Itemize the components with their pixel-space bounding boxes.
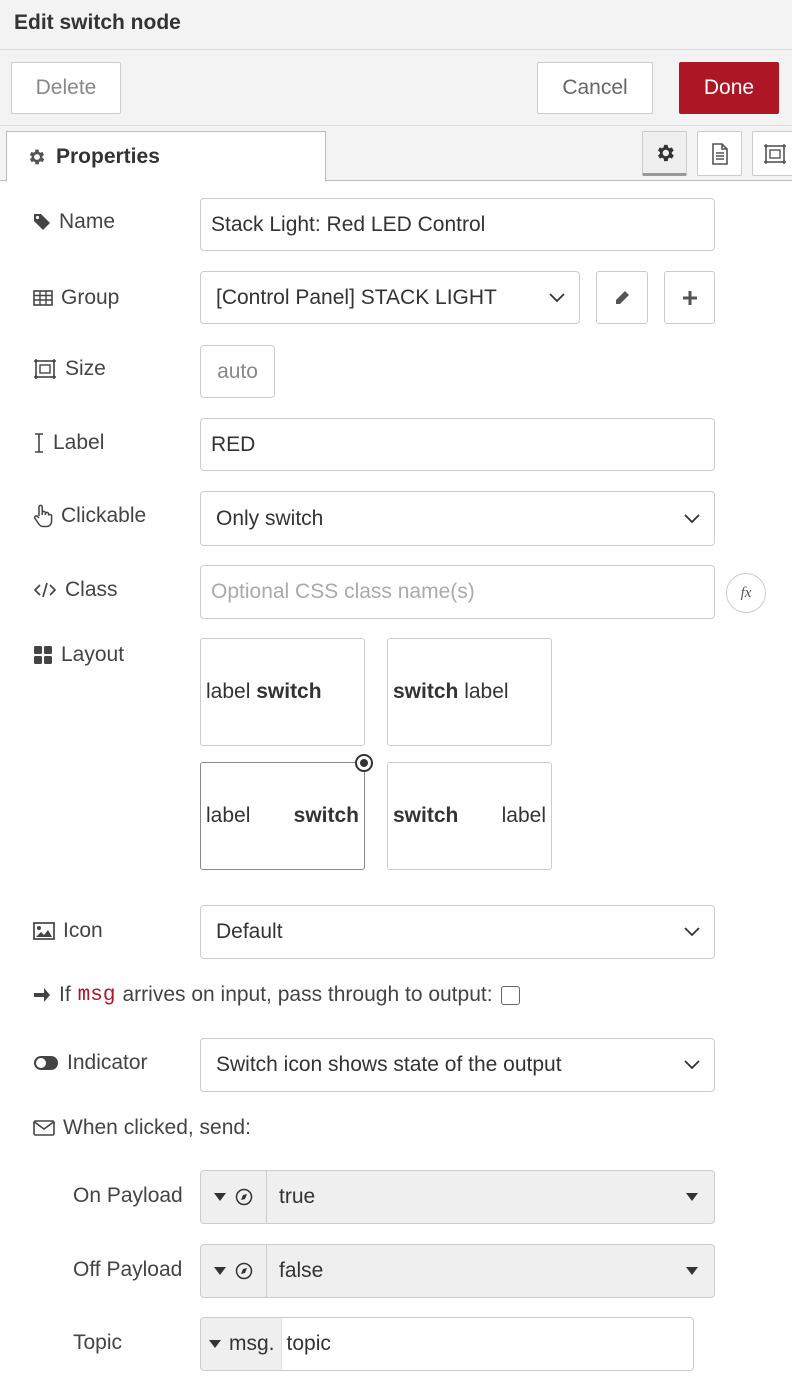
name-label: Name — [33, 210, 115, 234]
indicator-select[interactable]: Switch icon shows state of the output — [200, 1038, 715, 1092]
tab-settings[interactable] — [642, 131, 687, 176]
gear-icon — [657, 144, 674, 161]
chevron-down-icon — [684, 927, 700, 937]
topic-input[interactable]: msg. topic — [200, 1317, 694, 1371]
add-group-button[interactable] — [664, 271, 715, 324]
size-label: Size — [33, 357, 106, 381]
done-button[interactable]: Done — [679, 62, 779, 114]
topic-type-select[interactable]: msg. — [201, 1318, 282, 1370]
dialog-toolbar: Delete Cancel Done — [0, 50, 792, 126]
dialog-titlebar: Edit switch node — [0, 0, 792, 50]
image-icon — [33, 922, 55, 940]
compass-icon — [236, 1262, 253, 1280]
passthrough-checkbox[interactable] — [500, 985, 520, 1005]
pointer-hand-icon — [33, 504, 53, 528]
class-label: Class — [33, 578, 118, 602]
tag-icon — [34, 214, 50, 230]
pencil-icon — [616, 290, 629, 304]
label-input[interactable]: RED — [200, 418, 715, 471]
off-payload-input[interactable]: false — [200, 1244, 715, 1298]
chevron-down-icon — [549, 292, 565, 302]
layout-option-switch-spaced-label[interactable]: switch label — [387, 762, 552, 870]
tab-properties[interactable]: Properties — [6, 131, 326, 182]
icon-select[interactable]: Default — [200, 905, 715, 959]
icon-label: Icon — [33, 919, 103, 943]
layout-option-label-spaced-switch[interactable]: label switch — [200, 754, 373, 870]
tab-description[interactable] — [697, 131, 742, 176]
table-icon — [33, 290, 53, 306]
frame-icon — [34, 359, 56, 379]
caret-down-icon — [686, 1267, 698, 1275]
layout-option-label-switch[interactable]: label switch — [200, 638, 365, 746]
plus-icon — [682, 290, 697, 305]
topic-label: Topic — [73, 1331, 123, 1354]
grid-icon — [34, 646, 52, 664]
indicator-label: Indicator — [33, 1051, 148, 1075]
off-payload-label: Off Payload — [73, 1258, 183, 1281]
chevron-down-icon — [684, 1060, 700, 1070]
clickable-label: Clickable — [33, 504, 146, 528]
delete-button[interactable]: Delete — [11, 62, 121, 114]
code-icon — [33, 582, 57, 598]
caret-down-icon — [213, 1267, 226, 1275]
layout-label: Layout — [33, 643, 124, 667]
layout-option-switch-label[interactable]: switch label — [387, 638, 552, 746]
when-clicked-label: When clicked, send: — [33, 1116, 251, 1140]
caret-down-icon — [213, 1193, 226, 1201]
size-button[interactable]: auto — [200, 345, 275, 398]
caret-down-icon — [686, 1193, 698, 1201]
compass-icon — [236, 1188, 253, 1206]
fx-button[interactable]: fx — [726, 573, 766, 613]
on-payload-label: On Payload — [73, 1184, 183, 1207]
passthrough-row: If msg arrives on input, pass through to… — [33, 983, 520, 1007]
arrow-right-icon — [34, 988, 50, 1002]
selected-radio-indicator — [355, 754, 373, 772]
name-input[interactable]: Stack Light: Red LED Control — [200, 198, 715, 251]
tab-properties-label: Properties — [56, 144, 160, 168]
on-payload-type-select[interactable] — [201, 1171, 267, 1223]
frame-icon — [763, 143, 786, 164]
class-input[interactable]: Optional CSS class name(s) — [200, 565, 715, 619]
label-label: Label — [33, 431, 104, 455]
document-icon — [711, 142, 728, 165]
group-label: Group — [33, 286, 119, 310]
clickable-select[interactable]: Only switch — [200, 491, 715, 546]
envelope-icon — [33, 1120, 55, 1136]
group-select[interactable]: [Control Panel] STACK LIGHT — [200, 271, 580, 324]
cancel-button[interactable]: Cancel — [537, 62, 653, 114]
toggle-icon — [34, 1056, 58, 1070]
caret-down-icon — [209, 1340, 221, 1348]
tab-appearance[interactable] — [752, 131, 792, 176]
edit-group-button[interactable] — [596, 271, 648, 324]
dialog-title: Edit switch node — [14, 11, 181, 34]
chevron-down-icon — [684, 513, 700, 523]
on-payload-input[interactable]: true — [200, 1170, 715, 1224]
gear-icon — [29, 149, 45, 164]
off-payload-type-select[interactable] — [201, 1245, 267, 1297]
text-cursor-icon — [35, 433, 43, 453]
tab-bar: Properties — [0, 126, 792, 182]
